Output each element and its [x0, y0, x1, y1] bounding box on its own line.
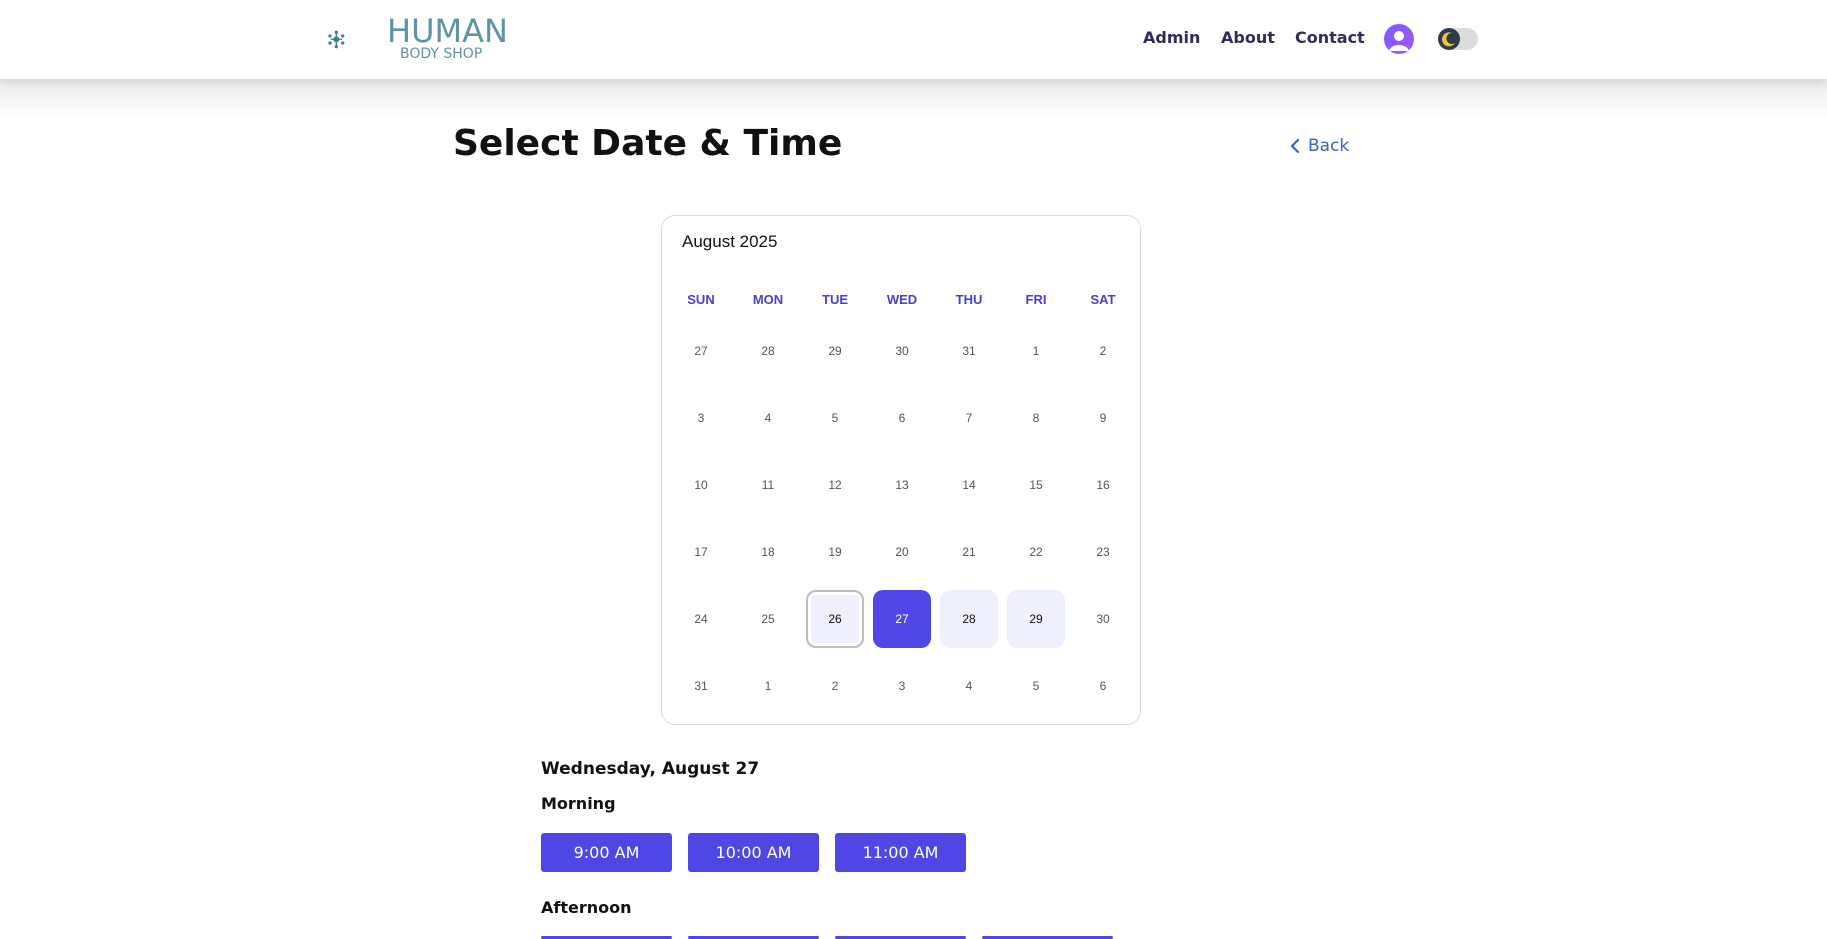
weekday-header: MON	[752, 292, 784, 307]
calendar-day[interactable]: 26	[806, 590, 864, 648]
calendar-day[interactable]: 4	[940, 657, 998, 715]
calendar-day[interactable]: 18	[739, 523, 797, 581]
calendar-day[interactable]: 31	[940, 322, 998, 380]
time-slot-button[interactable]: 10:00 AM	[688, 833, 819, 872]
calendar-day[interactable]: 10	[672, 456, 730, 514]
calendar-day[interactable]: 24	[672, 590, 730, 648]
calendar-day[interactable]: 23	[1074, 523, 1132, 581]
calendar-day[interactable]: 16	[1074, 456, 1132, 514]
calendar: August 2025 SUN MON TUE WED THU FRI SAT 27 28 29 3…	[661, 215, 1141, 725]
user-silhouette-icon	[1389, 31, 1409, 51]
weekday-header: SAT	[1090, 292, 1116, 307]
calendar-day[interactable]: 6	[873, 389, 931, 447]
calendar-day[interactable]: 17	[672, 523, 730, 581]
selected-date-heading: Wednesday, August 27	[541, 759, 760, 779]
chevron-left-icon	[1290, 138, 1300, 154]
calendar-day[interactable]: 8	[1007, 389, 1065, 447]
calendar-day[interactable]: 1	[1007, 322, 1065, 380]
calendar-day[interactable]: 19	[806, 523, 864, 581]
back-button[interactable]: Back	[1290, 136, 1349, 156]
nav-contact-link[interactable]: Contact	[1295, 28, 1365, 47]
page-title: Select Date & Time	[453, 123, 843, 164]
calendar-day[interactable]: 12	[806, 456, 864, 514]
logo-icon[interactable]	[328, 12, 388, 67]
weekday-header: FRI	[1025, 292, 1047, 307]
logo-title[interactable]: HUMAN	[387, 13, 508, 49]
calendar-day[interactable]: 27	[672, 322, 730, 380]
calendar-day[interactable]: 27	[873, 590, 931, 648]
calendar-day[interactable]: 31	[672, 657, 730, 715]
calendar-day[interactable]: 28	[739, 322, 797, 380]
nav-admin-link[interactable]: Admin	[1143, 28, 1200, 47]
calendar-day[interactable]: 11	[739, 456, 797, 514]
weekday-header: TUE	[822, 292, 848, 307]
calendar-day[interactable]: 13	[873, 456, 931, 514]
back-label: Back	[1308, 136, 1350, 156]
weekday-header: SUN	[687, 292, 715, 307]
toggle-knob	[1438, 28, 1460, 50]
calendar-day[interactable]: 9	[1074, 389, 1132, 447]
calendar-day[interactable]: 29	[806, 322, 864, 380]
calendar-day[interactable]: 2	[806, 657, 864, 715]
calendar-day[interactable]: 15	[1007, 456, 1065, 514]
calendar-day[interactable]: 1	[739, 657, 797, 715]
nav-about-link[interactable]: About	[1221, 28, 1275, 47]
weekday-header: WED	[886, 292, 918, 307]
morning-heading: Morning	[541, 794, 616, 813]
calendar-day[interactable]: 30	[1074, 590, 1132, 648]
calendar-day[interactable]: 21	[940, 523, 998, 581]
calendar-day[interactable]: 28	[940, 590, 998, 648]
time-slot-button[interactable]: 11:00 AM	[835, 833, 966, 872]
afternoon-heading: Afternoon	[541, 898, 632, 917]
moon-icon	[1442, 32, 1455, 47]
calendar-day[interactable]: 14	[940, 456, 998, 514]
weekday-header: THU	[955, 292, 983, 307]
calendar-day[interactable]: 29	[1007, 590, 1065, 648]
dark-mode-toggle[interactable]	[1438, 28, 1478, 50]
header-shadow	[0, 79, 1827, 121]
time-slot-button[interactable]: 9:00 AM	[541, 833, 672, 872]
logo-subtitle[interactable]: BODY SHOP	[400, 46, 482, 62]
calendar-day[interactable]: 3	[672, 389, 730, 447]
calendar-day[interactable]: 2	[1074, 322, 1132, 380]
calendar-day[interactable]: 7	[940, 389, 998, 447]
top-navbar: HUMAN BODY SHOP Admin About Contact	[0, 0, 1827, 79]
calendar-day[interactable]: 5	[1007, 657, 1065, 715]
calendar-day[interactable]: 6	[1074, 657, 1132, 715]
calendar-day[interactable]: 3	[873, 657, 931, 715]
calendar-day[interactable]: 4	[739, 389, 797, 447]
calendar-day[interactable]: 22	[1007, 523, 1065, 581]
calendar-day[interactable]: 20	[873, 523, 931, 581]
user-avatar-icon[interactable]	[1384, 24, 1414, 54]
calendar-day[interactable]: 30	[873, 322, 931, 380]
calendar-day[interactable]: 5	[806, 389, 864, 447]
calendar-month-label: August 2025	[682, 232, 778, 251]
calendar-day[interactable]: 25	[739, 590, 797, 648]
